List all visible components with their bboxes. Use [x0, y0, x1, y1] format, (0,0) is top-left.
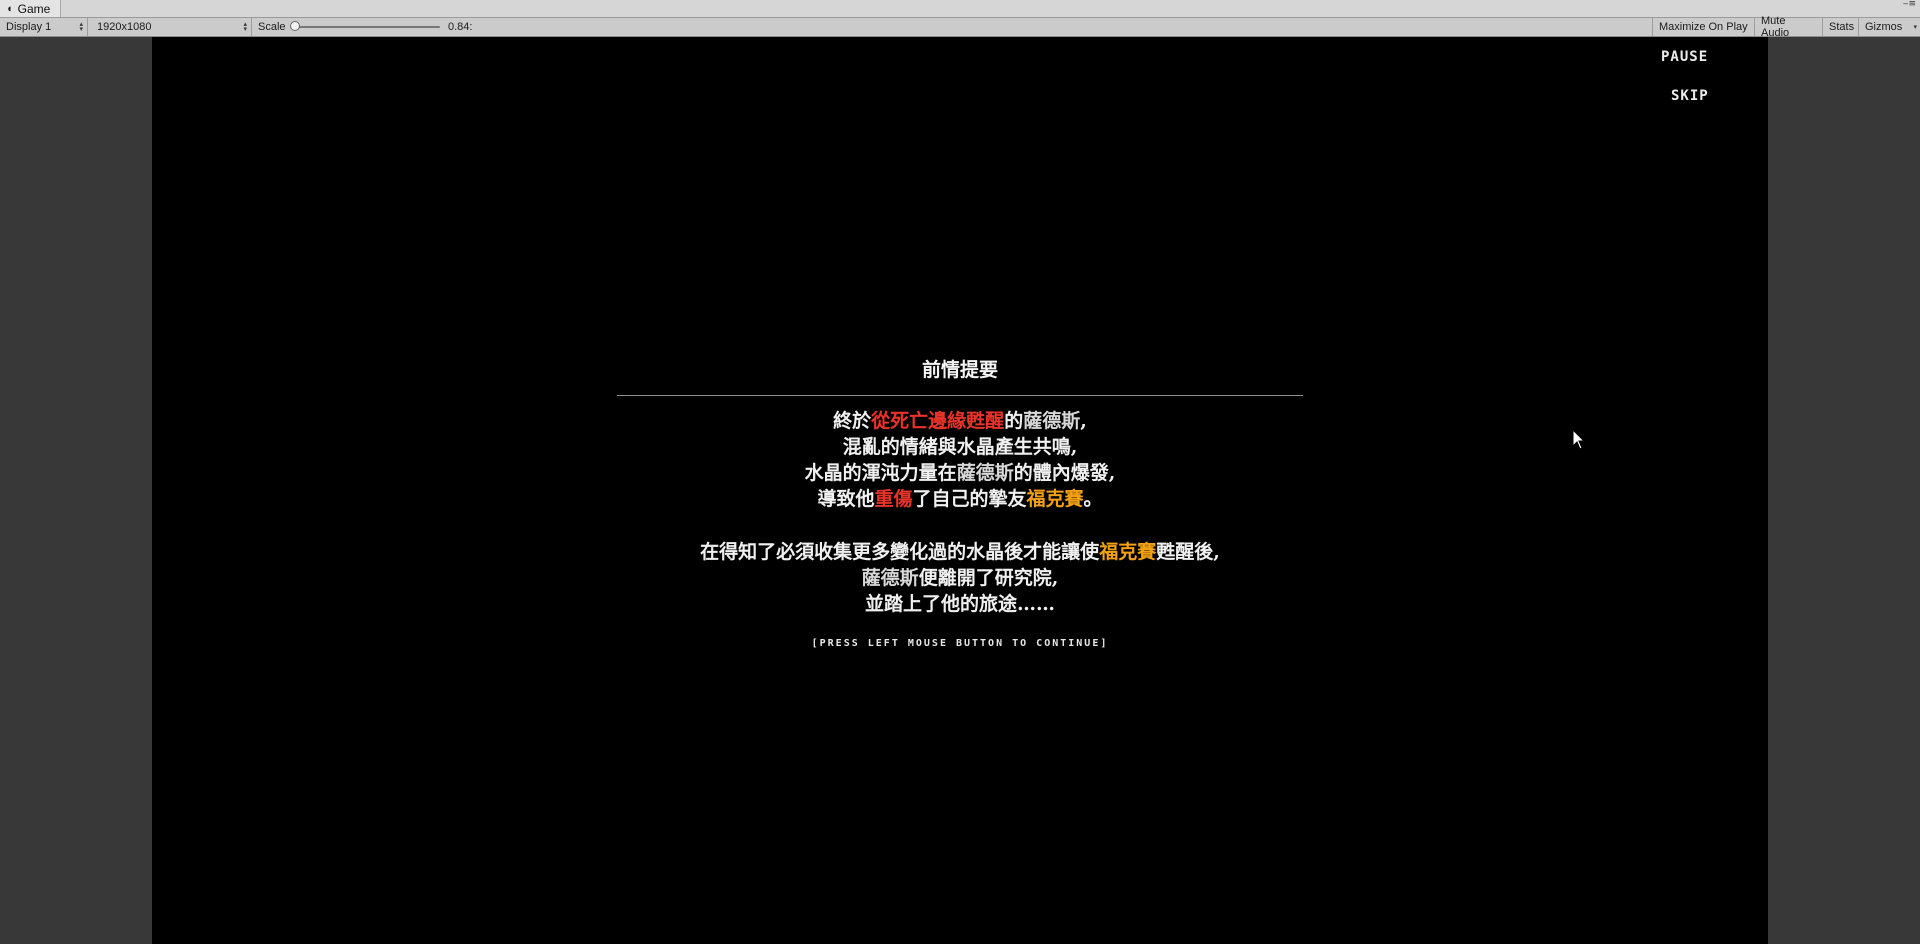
- select-arrows-icon: ▴ ▾: [79, 21, 83, 33]
- dropdown-arrow-icon: ▾: [1913, 23, 1917, 31]
- game-viewport[interactable]: PAUSE SKIP 前情提要 終於從死亡邊緣甦醒的薩德斯, 混亂的情緒與水晶產生…: [152, 37, 1768, 944]
- story-text: 混亂的情緒與水晶產生共鳴,: [842, 436, 1078, 458]
- highlighted-text: 薩德斯: [861, 567, 919, 589]
- camera-icon: ◖: [6, 2, 13, 15]
- story-text: 了自己的摯友: [912, 488, 1027, 510]
- continue-hint: [PRESS LEFT MOUSE BUTTON TO CONTINUE]: [811, 638, 1109, 649]
- story-line: 導致他重傷了自己的摯友福克賽。: [152, 486, 1768, 512]
- editor-tab-bar: ◖ Game ‒≡: [0, 0, 1920, 18]
- story-text: 終於: [833, 410, 872, 432]
- highlighted-text: 薩德斯: [1023, 410, 1081, 432]
- highlighted-text: 從死亡邊緣甦醒: [871, 410, 1005, 432]
- title-divider: [617, 395, 1303, 396]
- story-text: 的: [1004, 410, 1024, 432]
- skip-button[interactable]: SKIP: [1671, 88, 1709, 104]
- story-text: 的體內爆發,: [1013, 462, 1116, 484]
- story-paragraph-1: 終於從死亡邊緣甦醒的薩德斯, 混亂的情緒與水晶產生共鳴, 水晶的渾沌力量在薩德斯的體…: [152, 408, 1768, 512]
- highlighted-text: 福克賽: [1026, 488, 1084, 510]
- story-line: 終於從死亡邊緣甦醒的薩德斯,: [152, 408, 1768, 434]
- story-line: 水晶的渾沌力量在薩德斯的體內爆發,: [152, 460, 1768, 486]
- scale-label: Scale: [258, 21, 286, 33]
- story-text: 在得知了必須收集更多變化過的水晶後才能讓使: [700, 541, 1100, 563]
- story-text: 導致他: [817, 488, 875, 510]
- maximize-on-play-toggle[interactable]: Maximize On Play: [1652, 18, 1755, 36]
- tab-menu-icon[interactable]: ‒≡: [1903, 0, 1916, 9]
- display-select-value: Display 1: [6, 21, 52, 33]
- mute-audio-label: Mute Audio: [1761, 15, 1790, 39]
- story-title: 前情提要: [921, 359, 998, 381]
- scale-value-text: 0.84:: [448, 21, 473, 33]
- gizmos-label: Gizmos: [1865, 21, 1903, 33]
- maximize-on-play-label: Maximize On Play: [1659, 21, 1748, 33]
- scale-value: 0.84:: [442, 18, 502, 36]
- game-view-toolbar: Display 1 ▴ ▾ 1920x1080 ▴ ▾ Scale 0.84: Ma…: [0, 15, 1920, 39]
- story-paragraph-2: 在得知了必須收集更多變化過的水晶後才能讓使福克賽甦醒後, 薩德斯便離開了研究院, 並…: [152, 539, 1768, 617]
- story-text: 便離開了研究院,: [918, 567, 1059, 589]
- story-text: ,: [1080, 410, 1087, 432]
- highlighted-text: 重傷: [874, 488, 913, 510]
- select-arrows-icon: ▴ ▾: [243, 21, 247, 33]
- resolution-select[interactable]: 1920x1080 ▴ ▾: [91, 18, 252, 36]
- story-line: 並踏上了他的旅途……: [152, 591, 1768, 617]
- highlighted-text: 福克賽: [1099, 541, 1157, 563]
- display-select[interactable]: Display 1 ▴ ▾: [0, 18, 88, 36]
- story-line: 在得知了必須收集更多變化過的水晶後才能讓使福克賽甦醒後,: [152, 539, 1768, 565]
- game-tab-label: Game: [17, 1, 51, 16]
- highlighted-text: 薩德斯: [956, 462, 1014, 484]
- pause-button[interactable]: PAUSE: [1661, 49, 1708, 65]
- scale-slider-thumb[interactable]: [290, 21, 300, 31]
- gizmos-dropdown[interactable]: Gizmos ▾: [1859, 18, 1920, 36]
- resolution-select-value: 1920x1080: [97, 21, 152, 33]
- stats-toggle[interactable]: Stats: [1823, 18, 1859, 36]
- story-text: 甦醒後,: [1156, 541, 1220, 563]
- mouse-cursor-icon: [1572, 429, 1586, 450]
- game-tab[interactable]: ◖ Game: [0, 0, 62, 17]
- mute-audio-toggle[interactable]: Mute Audio: [1755, 15, 1823, 39]
- story-text: 水晶的渾沌力量在: [804, 462, 957, 484]
- stats-label: Stats: [1829, 21, 1855, 33]
- story-text: 。: [1083, 488, 1103, 510]
- story-line: 薩德斯便離開了研究院,: [152, 565, 1768, 591]
- story-line: 混亂的情緒與水晶產生共鳴,: [152, 434, 1768, 460]
- scale-slider-track[interactable]: [292, 26, 440, 28]
- story-text: 並踏上了他的旅途……: [864, 593, 1055, 615]
